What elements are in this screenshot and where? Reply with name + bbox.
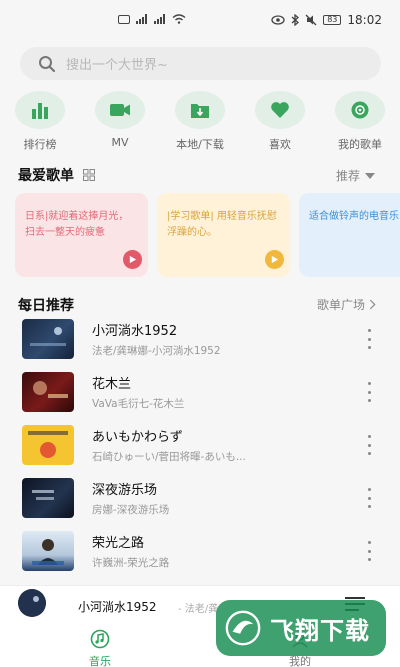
song-artist: 石崎ひゅーい/菅田将暉-あいも... (92, 451, 246, 463)
recommend-dropdown[interactable]: 推荐 (336, 167, 376, 184)
song-artist: VaVa毛衍七-花木兰 (92, 398, 185, 410)
music-note-icon (90, 629, 110, 649)
mini-player-cover (18, 589, 46, 617)
battery-icon: 83 (323, 15, 342, 25)
play-icon[interactable] (265, 250, 284, 269)
song-cover (22, 478, 74, 518)
chart-bars-icon (15, 91, 65, 129)
daily-section-title: 每日推荐 (18, 298, 74, 314)
nav-item-charts[interactable]: 排行榜 (0, 91, 80, 152)
wings-logo-icon (225, 610, 261, 646)
song-title: あいもかわらず (92, 430, 183, 445)
song-cover (22, 425, 74, 465)
more-icon[interactable] (365, 382, 373, 402)
mini-player-artist: - 法老/龚 (178, 604, 219, 615)
card-text: |学习歌单| 用轻音乐抚慰浮躁的心。 (167, 211, 277, 238)
favorites-section-title: 最爱歌单 (18, 165, 95, 185)
triangle-down-icon (365, 172, 376, 179)
playlist-card[interactable]: 适合做铃声的电音乐 (299, 193, 400, 277)
search-icon (39, 55, 56, 72)
search-bar[interactable]: 搜出一个大世界~ (20, 47, 381, 80)
song-cover (22, 372, 74, 412)
nav-label: MV (111, 136, 129, 149)
download-folder-icon (175, 91, 225, 129)
nav-item-likes[interactable]: 喜欢 (240, 91, 320, 152)
favorite-playlist-cards: 日系|就迎着这捧月光，扫去一整天的疲惫 |学习歌单| 用轻音乐抚慰浮躁的心。 适… (15, 193, 400, 277)
eye-icon (271, 15, 285, 25)
song-artist: 法老/龚琳娜-小河淌水1952 (92, 345, 221, 357)
song-artist: 许巍洲-荣光之路 (92, 557, 170, 569)
song-title: 深夜游乐场 (92, 483, 158, 498)
playlist-square-label: 歌单广场 (317, 298, 366, 312)
song-row[interactable]: 小河淌水1952 法老/龚琳娜-小河淌水1952 (0, 313, 400, 366)
nav-item-local-download[interactable]: 本地/下载 (160, 91, 240, 152)
song-row[interactable]: あいもかわらず 石崎ひゅーい/菅田将暉-あいも... (0, 419, 400, 472)
video-camera-icon (95, 91, 145, 129)
song-title: 小河淌水1952 (92, 324, 178, 339)
card-text: 日系|就迎着这捧月光，扫去一整天的疲惫 (25, 211, 129, 238)
status-left (118, 14, 186, 24)
more-icon[interactable] (365, 488, 373, 508)
song-cover (22, 319, 74, 359)
grid-icon[interactable] (82, 169, 95, 181)
song-row[interactable]: 花木兰 VaVa毛衍七-花木兰 (0, 366, 400, 419)
song-row[interactable]: 荣光之路 许巍洲-荣光之路 (0, 525, 400, 578)
nav-item-my-playlists[interactable]: 我的歌单 (320, 91, 400, 152)
more-icon[interactable] (365, 435, 373, 455)
nav-label: 我的歌单 (338, 138, 382, 151)
mute-icon (305, 14, 317, 26)
recommend-label: 推荐 (336, 169, 361, 183)
nav-label: 本地/下载 (176, 138, 224, 151)
song-row[interactable]: 深夜游乐场 房娜-深夜游乐场 (0, 472, 400, 525)
song-title: 花木兰 (92, 377, 132, 392)
nav-label: 排行榜 (23, 138, 57, 151)
watermark-text: 飞翔下载 (270, 616, 370, 645)
clock: 18:02 (347, 13, 382, 27)
nav-item-mv[interactable]: MV (80, 91, 160, 149)
playlist-card[interactable]: |学习歌单| 用轻音乐抚慰浮躁的心。 (157, 193, 290, 277)
chevron-right-icon (369, 299, 376, 310)
signal-icon (136, 14, 147, 24)
mini-player-title: 小河淌水1952 (78, 600, 157, 614)
watermark-logo: 飞翔下载 (216, 600, 386, 656)
sim-icon (118, 14, 130, 24)
more-icon[interactable] (365, 329, 373, 349)
card-text: 适合做铃声的电音乐 (309, 211, 399, 222)
signal-icon (154, 14, 165, 24)
play-icon[interactable] (123, 250, 142, 269)
song-title: 荣光之路 (92, 536, 145, 551)
heart-icon (255, 91, 305, 129)
tab-music[interactable]: 音乐 (70, 629, 130, 667)
playlist-card[interactable]: 日系|就迎着这捧月光，扫去一整天的疲惫 (15, 193, 148, 277)
bluetooth-icon (291, 14, 300, 26)
song-artist: 房娜-深夜游乐场 (92, 504, 170, 516)
wifi-icon (172, 14, 186, 24)
song-cover (22, 531, 74, 571)
playlist-square-link[interactable]: 歌单广场 (317, 296, 376, 313)
status-right: 83 18:02 (271, 13, 382, 27)
more-icon[interactable] (365, 541, 373, 561)
status-bar: 83 18:02 (0, 0, 400, 40)
tab-music-label: 音乐 (89, 655, 111, 667)
favorites-title: 最爱歌单 (18, 168, 74, 184)
disc-icon (335, 91, 385, 129)
quick-nav: 排行榜 MV 本地/下载 喜欢 我的歌单 (0, 91, 400, 151)
search-placeholder: 搜出一个大世界~ (66, 58, 168, 73)
nav-label: 喜欢 (269, 138, 291, 151)
